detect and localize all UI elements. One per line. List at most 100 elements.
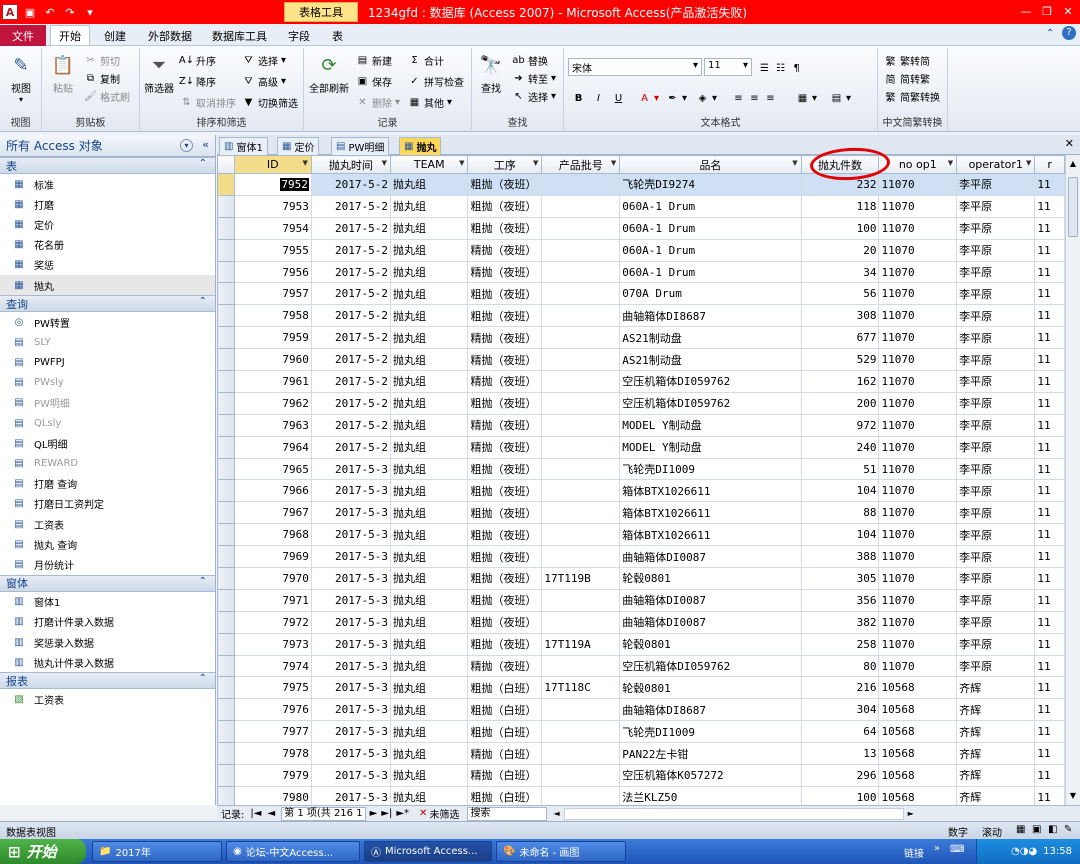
table-cell[interactable]: 精抛（白班） xyxy=(467,764,543,787)
table-cell[interactable]: 100 xyxy=(800,785,880,805)
tray-icons[interactable]: ◔◑◕ xyxy=(1011,846,1037,857)
row-selector[interactable] xyxy=(217,785,235,805)
table-cell[interactable]: 李平原 xyxy=(956,457,1036,481)
no-filter-icon[interactable]: ✕ xyxy=(419,808,427,819)
row-selector[interactable] xyxy=(217,523,235,547)
font-name-combo[interactable]: 宋体 ▾ xyxy=(568,58,702,76)
table-cell[interactable]: 7979 xyxy=(233,764,312,787)
table-cell[interactable]: 箱体BTX1026611 xyxy=(619,501,802,525)
table-cell[interactable] xyxy=(541,501,621,525)
table-cell[interactable]: 抛丸组 xyxy=(389,632,469,656)
table-row[interactable]: 7959 2017-5-2 抛丸组 精抛（夜班） AS21制动盘 677 11070 李平原 1… xyxy=(217,326,1065,350)
row-selector[interactable] xyxy=(217,370,235,393)
nav-item[interactable]: ▤ SLY xyxy=(0,332,215,352)
table-cell[interactable]: 2017-5-2 xyxy=(310,194,392,218)
table-cell[interactable]: 李平原 xyxy=(956,348,1036,372)
table-row[interactable]: 7974 2017-5-3 抛丸组 精抛（夜班） 空压机箱体DI059762 80 1107… xyxy=(217,654,1065,678)
table-cell[interactable]: 抛丸组 xyxy=(389,676,469,700)
table-cell[interactable]: 7965 xyxy=(233,457,312,481)
table-cell[interactable]: 齐辉 xyxy=(956,764,1036,787)
nav-item[interactable]: ▤ 抛丸 查询 xyxy=(0,534,215,554)
row-selector[interactable] xyxy=(217,435,235,459)
nav-item[interactable]: ▤ REWARD xyxy=(0,453,215,473)
tab-create[interactable]: 创建 xyxy=(96,26,134,46)
table-row[interactable]: 7952 2017-5-2 抛丸组 粗抛（夜班） 飞轮壳DI9274 232 11070 李平… xyxy=(217,173,1065,196)
tab-home[interactable]: 开始 xyxy=(50,25,90,45)
document-tab[interactable]: ▥ 窗体1 xyxy=(219,137,268,155)
table-cell[interactable]: 2017-5-3 xyxy=(310,676,392,700)
table-cell[interactable]: 11070 xyxy=(878,304,958,328)
table-cell[interactable]: 空压机箱体K057272 xyxy=(619,764,802,787)
table-cell[interactable]: 7975 xyxy=(233,676,312,700)
table-cell[interactable] xyxy=(541,610,621,634)
nav-item[interactable]: ▤ QLsly xyxy=(0,413,215,433)
column-dropdown-icon[interactable]: ▼ xyxy=(302,159,307,167)
table-cell[interactable]: 抛丸组 xyxy=(389,523,469,547)
row-selector[interactable] xyxy=(217,567,235,590)
table-cell[interactable]: 2017-5-3 xyxy=(310,457,392,481)
table-cell[interactable]: 11 xyxy=(1034,698,1065,722)
table-cell[interactable]: 曲轴箱体DI0087 xyxy=(619,588,802,612)
table-cell[interactable]: 抛丸组 xyxy=(389,764,469,787)
cut-button[interactable]: ✂ 剪切 xyxy=(84,52,120,68)
column-header[interactable]: operator1 ▼ xyxy=(956,155,1036,174)
table-cell[interactable]: 齐辉 xyxy=(956,785,1036,805)
table-cell[interactable]: 7956 xyxy=(233,260,312,284)
table-cell[interactable]: 轮毂0801 xyxy=(619,567,802,590)
nav-item[interactable]: ◎ PW转置 xyxy=(0,312,215,332)
table-cell[interactable]: 7955 xyxy=(233,238,312,262)
links-toolbar[interactable]: 链接 xyxy=(904,845,924,860)
sort-ascending-button[interactable]: A↓ 升序 xyxy=(179,52,216,68)
row-selector[interactable] xyxy=(217,479,235,503)
table-cell[interactable]: 曲轴箱体DI0087 xyxy=(619,545,802,569)
nav-menu-chevron-icon[interactable]: ▾ xyxy=(180,139,193,152)
redo-icon[interactable]: ↷ xyxy=(62,4,78,20)
table-cell[interactable]: 精抛（夜班） xyxy=(467,413,543,437)
clock[interactable]: 13:58 xyxy=(1043,846,1072,857)
table-cell[interactable]: 抛丸组 xyxy=(389,413,469,437)
italic-button[interactable]: I xyxy=(592,90,605,106)
design-view-icon[interactable]: ✎ xyxy=(1064,824,1072,835)
column-header[interactable]: r xyxy=(1034,155,1065,174)
row-selector[interactable] xyxy=(217,588,235,612)
table-row[interactable]: 7966 2017-5-3 抛丸组 粗抛（夜班） 箱体BTX1026611 104 1107… xyxy=(217,479,1065,503)
keyboard-icon[interactable]: ⌨ xyxy=(950,844,964,855)
row-selector[interactable] xyxy=(217,216,235,240)
table-cell[interactable]: 齐辉 xyxy=(956,676,1036,700)
table-cell[interactable] xyxy=(541,654,621,678)
table-cell[interactable]: 7969 xyxy=(233,545,312,569)
table-cell[interactable]: 677 xyxy=(800,326,880,350)
record-position-field[interactable]: 第 1 项(共 216 1 xyxy=(281,806,366,821)
table-cell[interactable]: 11 xyxy=(1034,588,1065,612)
table-cell[interactable]: 精抛（白班） xyxy=(467,742,543,766)
select-all-corner[interactable] xyxy=(217,155,235,174)
table-cell[interactable]: 2017-5-2 xyxy=(310,173,392,196)
table-cell[interactable]: 抛丸组 xyxy=(389,194,469,218)
align-buttons[interactable]: ≡ ≡ ≡ xyxy=(732,90,777,106)
row-selector[interactable] xyxy=(217,457,235,481)
table-cell[interactable]: 11 xyxy=(1034,457,1065,481)
table-cell[interactable]: 粗抛（夜班） xyxy=(467,216,543,240)
nav-section-header[interactable]: 窗体 ⌃ xyxy=(0,574,215,592)
table-cell[interactable]: 7964 xyxy=(233,435,312,459)
new-record-nav-icon[interactable]: ►* xyxy=(396,808,409,819)
table-row[interactable]: 7967 2017-5-3 抛丸组 粗抛（夜班） 箱体BTX1026611 88 11070… xyxy=(217,501,1065,525)
task-paint[interactable]: 🎨 未命名 - 画图 xyxy=(496,841,626,862)
table-cell[interactable] xyxy=(541,194,621,218)
table-cell[interactable]: 精抛（夜班） xyxy=(467,326,543,350)
nav-item[interactable]: ▦ 打磨 xyxy=(0,194,215,214)
table-row[interactable]: 7956 2017-5-2 抛丸组 精抛（夜班） 060A-1 Drum 34 11070 李… xyxy=(217,260,1065,284)
table-cell[interactable]: 粗抛（夜班） xyxy=(467,457,543,481)
table-cell[interactable]: 232 xyxy=(800,173,880,196)
table-cell[interactable]: 11 xyxy=(1034,654,1065,678)
table-cell[interactable]: 10568 xyxy=(878,676,958,700)
nav-item[interactable]: ▥ 窗体1 xyxy=(0,592,215,612)
table-cell[interactable]: 356 xyxy=(800,588,880,612)
nav-section-header[interactable]: 查询 ⌃ xyxy=(0,295,215,313)
collapse-ribbon-icon[interactable]: ⌃ xyxy=(1046,28,1054,39)
table-cell[interactable]: 齐辉 xyxy=(956,698,1036,722)
nav-item[interactable]: ▦ 奖惩 xyxy=(0,255,215,275)
table-cell[interactable]: 精抛（夜班） xyxy=(467,238,543,262)
table-cell[interactable]: 200 xyxy=(800,391,880,415)
first-record-icon[interactable]: |◄ xyxy=(250,808,261,819)
